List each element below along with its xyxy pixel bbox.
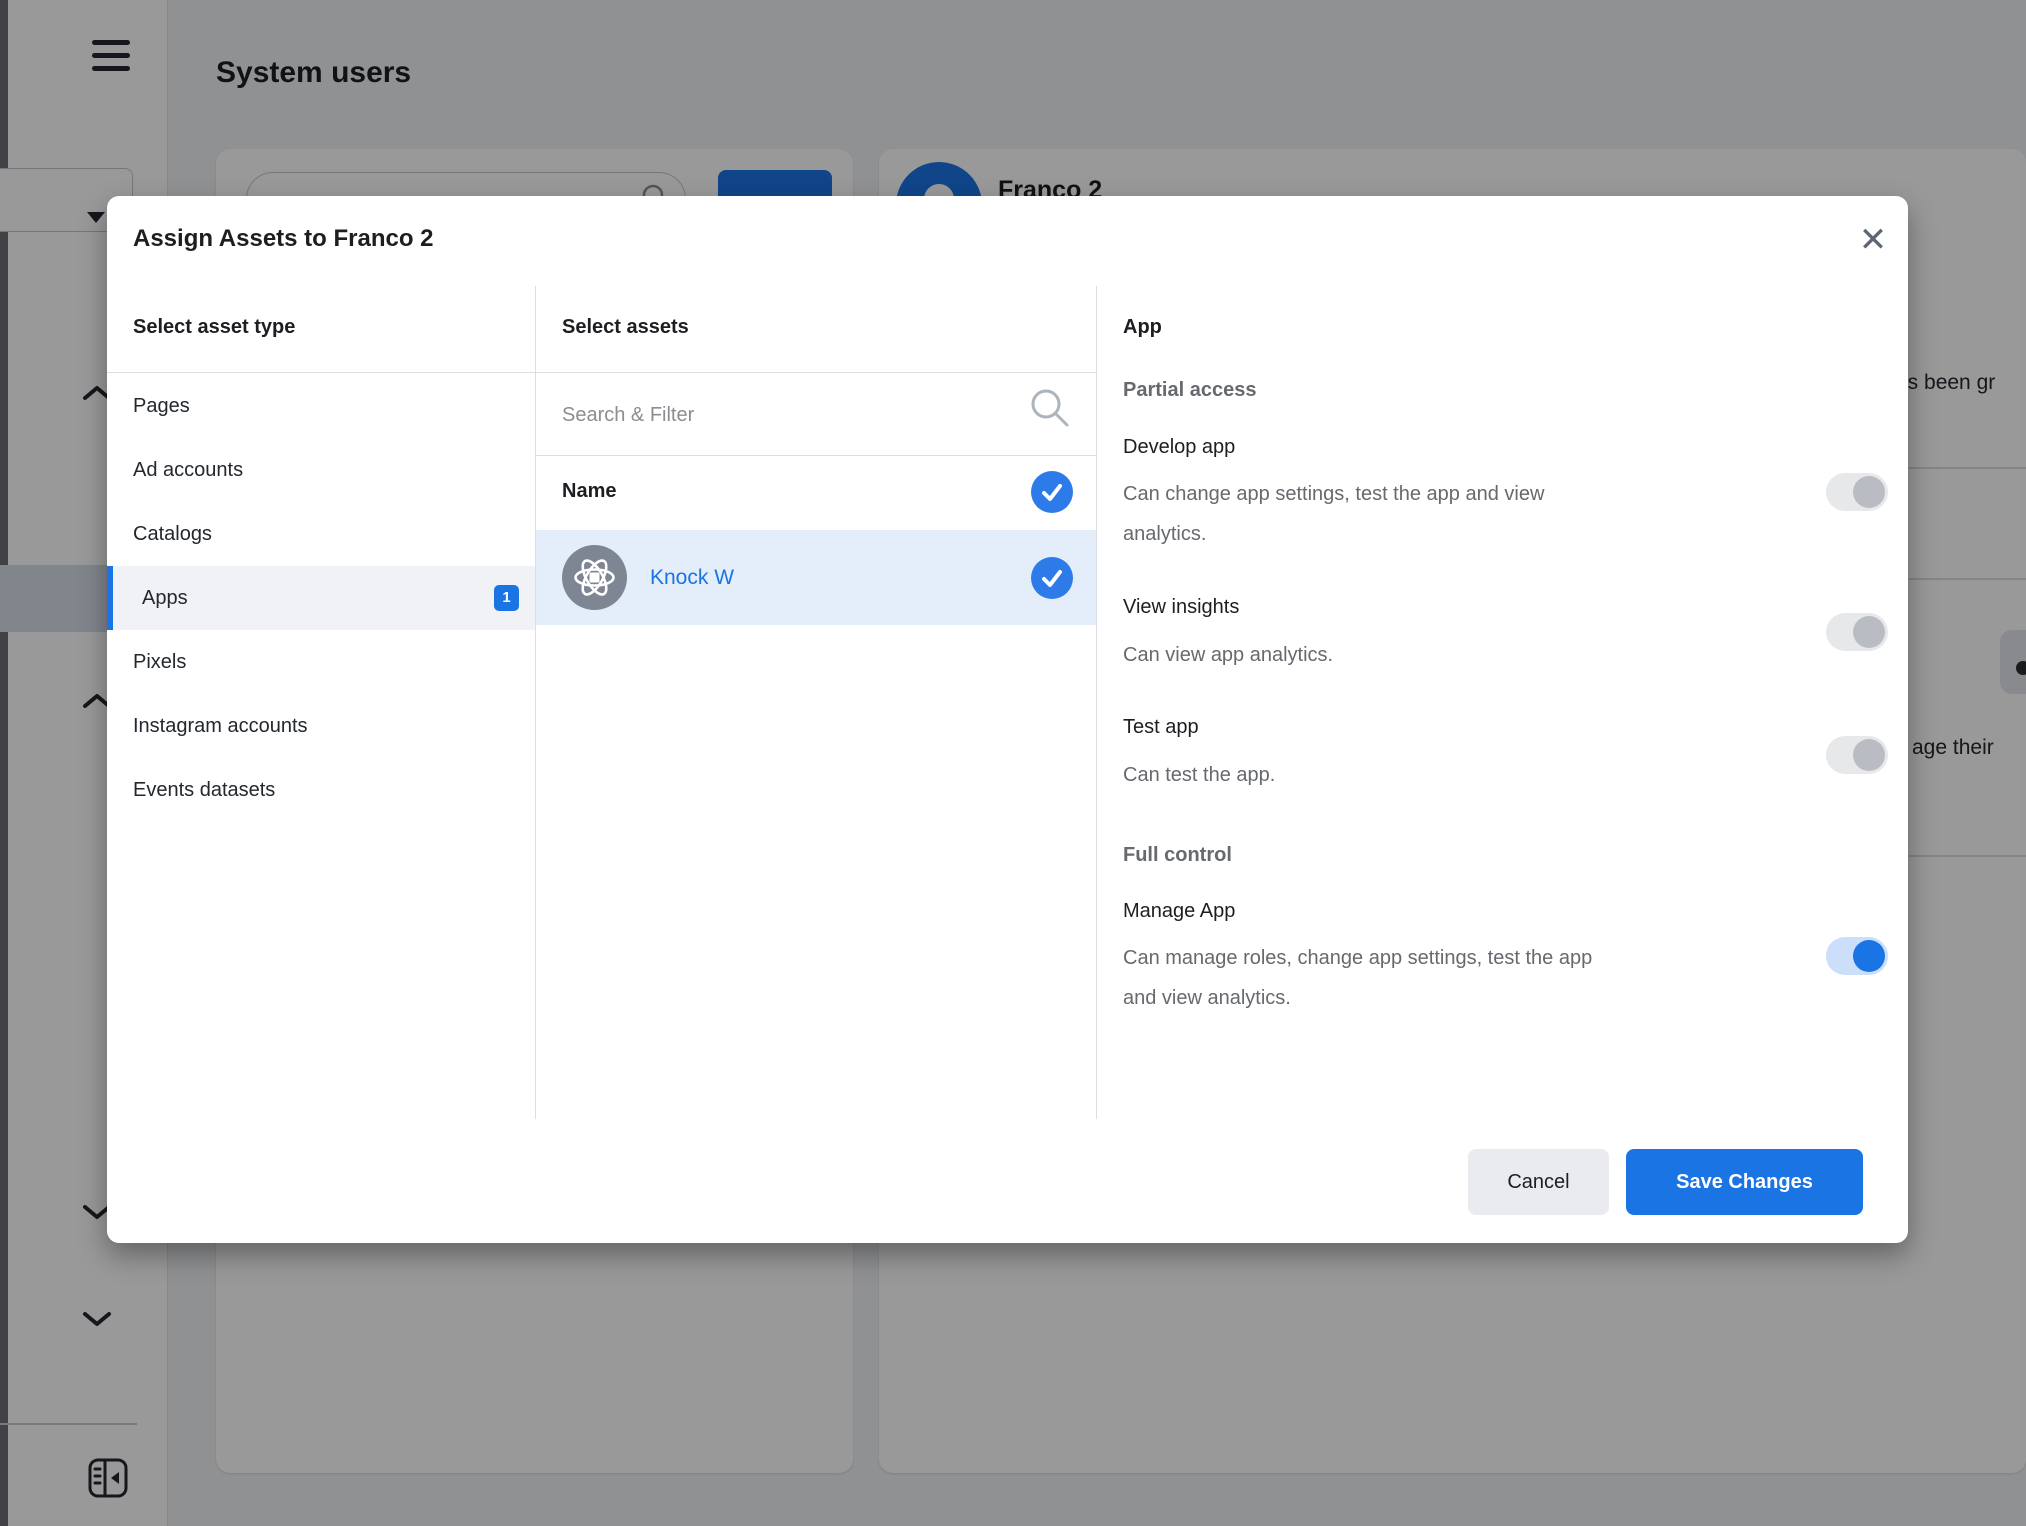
asset-type-apps-label: Apps	[142, 587, 188, 609]
manage-app-toggle[interactable]	[1826, 937, 1888, 975]
asset-type-pixels[interactable]: Pixels	[107, 630, 535, 694]
view-insights-label: View insights	[1123, 590, 1239, 624]
asset-type-apps[interactable]: Apps	[107, 566, 535, 630]
assign-assets-dialog: Assign Assets to Franco 2 ✕ Select asset…	[107, 196, 1908, 1243]
view-insights-toggle[interactable]	[1826, 613, 1888, 651]
full-control-heading: Full control	[1123, 838, 1232, 872]
search-filter-input[interactable]: Search & Filter	[562, 398, 694, 432]
save-changes-button[interactable]: Save Changes	[1626, 1149, 1863, 1215]
selected-indicator-bar	[107, 566, 113, 630]
develop-app-description: Can change app settings, test the app an…	[1123, 474, 1803, 554]
cancel-button[interactable]: Cancel	[1468, 1149, 1609, 1215]
divider	[535, 372, 1096, 373]
develop-app-label: Develop app	[1123, 430, 1235, 464]
manage-app-label: Manage App	[1123, 894, 1235, 928]
apps-count-badge: 1	[494, 585, 519, 611]
name-column-header: Name	[562, 474, 616, 508]
dialog-title: Assign Assets to Franco 2	[133, 222, 434, 256]
permissions-header: App	[1123, 310, 1162, 344]
test-app-description: Can test the app.	[1123, 755, 1803, 795]
test-app-toggle[interactable]	[1826, 736, 1888, 774]
asset-type-events-datasets[interactable]: Events datasets	[107, 758, 535, 822]
screen: System users	[0, 0, 2026, 1526]
test-app-label: Test app	[1123, 710, 1199, 744]
manage-app-description: Can manage roles, change app settings, t…	[1123, 938, 1803, 1018]
asset-type-header: Select asset type	[133, 310, 295, 344]
divider	[535, 455, 1096, 456]
asset-type-ad-accounts[interactable]: Ad accounts	[107, 438, 535, 502]
asset-row-knock-w[interactable]: Knock W	[536, 530, 1096, 625]
select-all-checkbox[interactable]	[1031, 471, 1073, 513]
assets-header: Select assets	[562, 310, 689, 344]
divider	[107, 372, 535, 373]
partial-access-heading: Partial access	[1123, 373, 1256, 407]
asset-checkbox-checked[interactable]	[1031, 557, 1073, 599]
view-insights-description: Can view app analytics.	[1123, 635, 1803, 675]
asset-type-instagram-accounts[interactable]: Instagram accounts	[107, 694, 535, 758]
asset-name: Knock W	[650, 530, 734, 625]
close-icon[interactable]: ✕	[1847, 214, 1899, 266]
column-divider	[535, 286, 536, 1119]
app-icon	[562, 545, 627, 610]
asset-type-pages[interactable]: Pages	[107, 374, 535, 438]
asset-type-catalogs[interactable]: Catalogs	[107, 502, 535, 566]
develop-app-toggle[interactable]	[1826, 473, 1888, 511]
column-divider	[1096, 286, 1097, 1119]
search-icon[interactable]	[1029, 387, 1071, 434]
